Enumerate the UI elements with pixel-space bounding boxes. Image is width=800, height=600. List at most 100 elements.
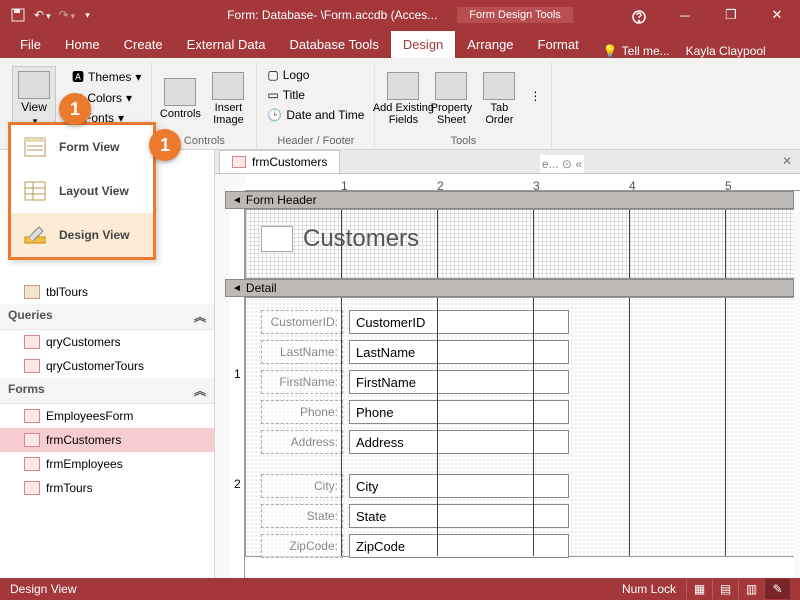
field-label[interactable]: Phone:: [261, 400, 343, 424]
nav-form[interactable]: frmTours: [0, 476, 214, 500]
field-row[interactable]: City:City: [261, 474, 569, 498]
status-mode: Design View: [10, 582, 76, 596]
form-header-surface[interactable]: Customers: [245, 209, 794, 279]
vertical-ruler[interactable]: 12: [231, 297, 245, 578]
tab-file[interactable]: File: [8, 31, 53, 58]
document-tabs: frmCustomers ✕: [215, 150, 800, 174]
datasheet-view-button[interactable]: ▤: [712, 579, 738, 599]
qat-customize-icon[interactable]: ▾: [85, 10, 90, 21]
status-bar: Design View Num Lock ▦ ▤ ▥ ✎: [0, 578, 800, 600]
redo-icon[interactable]: ↷▾: [59, 8, 76, 22]
tab-create[interactable]: Create: [112, 31, 175, 58]
field-label[interactable]: ZipCode:: [261, 534, 343, 558]
field-textbox[interactable]: Phone: [349, 400, 569, 424]
tab-external-data[interactable]: External Data: [175, 31, 278, 58]
undo-icon[interactable]: ↶▾: [34, 8, 51, 22]
field-row[interactable]: LastName:LastName: [261, 340, 569, 364]
field-row[interactable]: FirstName:FirstName: [261, 370, 569, 394]
image-icon: [212, 72, 244, 100]
document-tab[interactable]: frmCustomers: [219, 150, 340, 173]
contextual-tab-label: Form Design Tools: [457, 7, 573, 23]
nav-query[interactable]: qryCustomerTours: [0, 354, 214, 378]
layout-view-button[interactable]: ▥: [738, 579, 764, 599]
field-row[interactable]: ZipCode:ZipCode: [261, 534, 569, 558]
tab-format[interactable]: Format: [526, 31, 591, 58]
property-icon: [435, 72, 467, 100]
callout-badge-1b: 1: [149, 129, 181, 161]
field-label[interactable]: LastName:: [261, 340, 343, 364]
logo-button[interactable]: ▢ Logo: [263, 66, 368, 84]
window-title: Form: Database- \Form.accdb (Acces...: [227, 8, 437, 22]
field-row[interactable]: Address:Address: [261, 430, 569, 454]
date-time-button[interactable]: 🕒 Date and Time: [263, 106, 368, 124]
add-existing-fields-button[interactable]: Add Existing Fields: [381, 66, 425, 132]
tab-database-tools[interactable]: Database Tools: [277, 31, 390, 58]
form-designer: frmCustomers ✕ 1 2 3 4 5 ◄Form Header Cu…: [215, 150, 800, 578]
table-icon: [24, 285, 40, 299]
menu-bar: File Home Create External Data Database …: [0, 30, 800, 58]
controls-icon: [164, 78, 196, 106]
group-tools: Tools: [381, 133, 545, 149]
title-button[interactable]: ▭ Title: [263, 86, 368, 104]
view-menu-layout-view[interactable]: Layout View 1: [11, 169, 153, 213]
nav-group-forms[interactable]: Forms︽: [0, 378, 214, 404]
property-sheet-button[interactable]: Property Sheet: [429, 66, 473, 132]
help-icon[interactable]: [616, 0, 662, 30]
form-header-section-bar[interactable]: ◄Form Header: [225, 191, 794, 209]
nav-form[interactable]: EmployeesForm: [0, 404, 214, 428]
tab-order-button[interactable]: Tab Order: [477, 66, 521, 132]
field-row[interactable]: Phone:Phone: [261, 400, 569, 424]
horizontal-ruler[interactable]: 1 2 3 4 5: [245, 174, 800, 191]
minimize-button[interactable]: ─: [662, 0, 708, 30]
field-textbox[interactable]: ZipCode: [349, 534, 569, 558]
form-icon: [24, 481, 40, 495]
nav-form-selected[interactable]: frmCustomers: [0, 428, 214, 452]
detail-section-bar[interactable]: ◄Detail: [225, 279, 794, 297]
field-label[interactable]: State:: [261, 504, 343, 528]
controls-gallery[interactable]: Controls: [158, 66, 202, 132]
view-dropdown: Form View Layout View 1 Design View: [8, 122, 156, 260]
themes-button[interactable]: 🅰 Themes▾: [68, 66, 145, 87]
form-icon: [24, 433, 40, 447]
insert-image-button[interactable]: Insert Image: [206, 66, 250, 132]
field-label[interactable]: Address:: [261, 430, 343, 454]
form-icon: [232, 156, 246, 168]
form-title-control[interactable]: Customers: [303, 225, 419, 253]
view-icon: [18, 71, 50, 99]
tools-more-icon[interactable]: ⋮: [525, 66, 545, 126]
fields-icon: [387, 72, 419, 100]
close-button[interactable]: ✕: [754, 0, 800, 30]
form-view-button[interactable]: ▦: [686, 579, 712, 599]
nav-form[interactable]: frmEmployees: [0, 452, 214, 476]
close-tab-icon[interactable]: ✕: [782, 154, 792, 168]
field-textbox[interactable]: City: [349, 474, 569, 498]
field-textbox[interactable]: Address: [349, 430, 569, 454]
tab-design[interactable]: Design: [391, 31, 455, 58]
field-textbox[interactable]: State: [349, 504, 569, 528]
vertical-ruler[interactable]: [231, 209, 245, 279]
field-row[interactable]: CustomerID:CustomerID: [261, 310, 569, 334]
form-logo-placeholder[interactable]: [261, 226, 293, 252]
save-icon[interactable]: [10, 7, 26, 23]
query-icon: [24, 335, 40, 349]
field-label[interactable]: City:: [261, 474, 343, 498]
tab-arrange[interactable]: Arrange: [455, 31, 525, 58]
design-view-button[interactable]: ✎: [764, 579, 790, 599]
title-bar: ↶▾ ↷▾ ▾ Form: Database- \Form.accdb (Acc…: [0, 0, 800, 30]
field-label[interactable]: FirstName:: [261, 370, 343, 394]
nav-group-queries[interactable]: Queries︽: [0, 304, 214, 330]
tell-me-search[interactable]: 💡Tell me...: [603, 44, 670, 58]
view-menu-form-view[interactable]: Form View: [11, 125, 153, 169]
restore-button[interactable]: ❐: [708, 0, 754, 30]
user-name[interactable]: Kayla Claypool: [686, 44, 766, 58]
tab-home[interactable]: Home: [53, 31, 112, 58]
detail-surface[interactable]: CustomerID:CustomerIDLastName:LastNameFi…: [245, 297, 794, 557]
field-row[interactable]: State:State: [261, 504, 569, 528]
field-textbox[interactable]: FirstName: [349, 370, 569, 394]
field-label[interactable]: CustomerID:: [261, 310, 343, 334]
nav-query[interactable]: qryCustomers: [0, 330, 214, 354]
view-menu-design-view[interactable]: Design View: [11, 213, 153, 257]
field-textbox[interactable]: LastName: [349, 340, 569, 364]
field-textbox[interactable]: CustomerID: [349, 310, 569, 334]
nav-table[interactable]: tblTours: [0, 280, 214, 304]
